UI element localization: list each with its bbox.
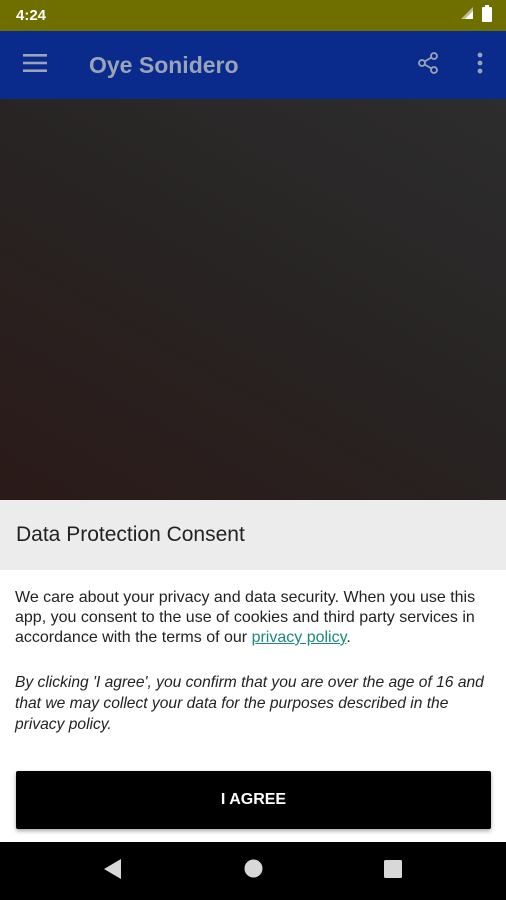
system-nav-bar [0, 842, 506, 900]
age-confirm-text: By clicking 'I agree', you confirm that … [15, 674, 484, 733]
menu-button[interactable] [0, 31, 70, 99]
more-vert-icon [477, 52, 483, 79]
menu-icon [23, 53, 47, 77]
status-icons [460, 4, 492, 27]
status-time: 4:24 [16, 7, 47, 24]
more-options-button[interactable] [454, 31, 506, 99]
consent-text: We care about your privacy and data secu… [15, 588, 490, 648]
consent-body: We care about your privacy and data secu… [0, 570, 506, 735]
back-button[interactable] [43, 842, 183, 900]
agree-button[interactable]: I AGREE [16, 771, 491, 829]
home-button[interactable] [183, 842, 323, 900]
consent-header: Data Protection Consent [0, 500, 506, 570]
consent-dialog: Data Protection Consent We care about yo… [0, 500, 506, 842]
consent-text-suffix: . [346, 629, 351, 646]
back-icon [104, 858, 122, 884]
status-bar: 4:24 [0, 0, 506, 31]
consent-title: Data Protection Consent [16, 523, 245, 546]
share-button[interactable] [402, 31, 454, 99]
consent-text-prefix: We care about your privacy and data secu… [15, 589, 476, 646]
privacy-policy-link[interactable]: privacy policy [252, 629, 347, 646]
app-bar: Oye Sonidero [0, 31, 506, 99]
recents-icon [384, 859, 402, 883]
battery-icon [482, 4, 492, 27]
main-content [0, 99, 506, 500]
share-icon [417, 51, 439, 79]
app-title: Oye Sonidero [89, 51, 239, 78]
signal-icon [460, 6, 474, 25]
recents-button[interactable] [323, 842, 463, 900]
home-icon [244, 859, 263, 883]
